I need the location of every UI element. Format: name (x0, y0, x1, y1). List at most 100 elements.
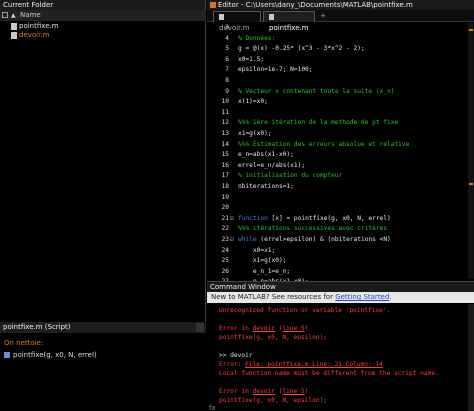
add-tab-button[interactable]: + (318, 11, 328, 22)
file-row-devoir[interactable]: devoir.m (0, 31, 206, 40)
command-scrollbar[interactable] (468, 304, 474, 411)
code-token: %%% Estimation des erreurs absolue et re… (238, 140, 410, 148)
code-token: % initialisation du compteur (238, 172, 343, 180)
output-text: Error: (219, 361, 246, 368)
code-text: errel=e_n/abs(x1); (238, 161, 305, 172)
code-line[interactable]: 7 epsilon=1e-7; N=100; (207, 65, 474, 76)
line-number: 9 (225, 87, 229, 95)
code-area[interactable]: 3 4 % Données: 5 g = @(x) -0.25* (x^3 - 3*x^… (207, 23, 474, 338)
output-text: pointfixe(g, x0, N, epsilon); (219, 397, 328, 404)
line-number: 20 (221, 204, 229, 212)
details-signature-row[interactable]: pointfixe(g, x0, N, erreI) (4, 351, 97, 359)
code-text: x1=g(x0); (238, 129, 272, 140)
line-number: 26 (221, 267, 229, 275)
output-text: >> devoir (219, 352, 253, 359)
line-number: 24 (221, 246, 229, 254)
warning-marker[interactable] (469, 183, 473, 185)
command-output-line: Local function name must be different fr… (219, 369, 439, 378)
code-token: [x] = pointfixe(g, (267, 214, 343, 222)
code-text: % Vecteur x contenant toute la suite (x_… (238, 87, 394, 98)
code-line[interactable]: 16 errel=e_n/abs(x1); (207, 161, 474, 172)
code-line[interactable]: 11 (207, 108, 474, 119)
code-line[interactable]: 9 % Vecteur x contenant toute la suite (x… (207, 87, 474, 98)
command-output[interactable]: fx Unrecognized function or variable 'po… (207, 304, 474, 411)
command-window: Command Window New to MATLAB? See resour… (207, 281, 474, 411)
details-title-text: pointfixe.m (Script) (3, 323, 71, 331)
fold-toggle-icon[interactable]: ⊟ (230, 214, 235, 225)
code-line[interactable]: 26 e_n_1=e_n; (207, 267, 474, 278)
error-link[interactable]: devoir (253, 325, 275, 332)
code-line[interactable]: 15 e_n=abs(x1-x0); (207, 150, 474, 161)
tab-devoir[interactable]: devoir.m (213, 11, 261, 32)
code-line[interactable]: 17 % initialisation du compteur (207, 171, 474, 182)
file-name[interactable]: pointfixe.m (19, 22, 59, 31)
line-number: 7 (225, 66, 229, 74)
file-name[interactable]: devoir.m (19, 31, 49, 40)
code-text: function [x] = pointfixe(g, x0, N, errel… (238, 214, 391, 225)
code-line[interactable]: 25 x1=g(x0); (207, 256, 474, 267)
line-number: 21 (221, 214, 229, 222)
details-signature: pointfixe(g, x0, N, erreI) (13, 351, 97, 359)
code-token: % Vecteur x contenant toute la suite (x_… (238, 87, 395, 95)
line-number: 15 (221, 151, 229, 159)
error-link[interactable]: File: pointfixe.m Line: 21 Column: 14 (245, 361, 383, 368)
info-suffix: . (389, 293, 392, 301)
code-text: %%% Estimation des erreurs absolue et re… (238, 140, 409, 151)
current-folder-header[interactable]: ▲ Name (0, 10, 206, 21)
code-token: x0=1.5; (238, 55, 265, 63)
code-token: function (238, 214, 268, 222)
fx-prompt-icon[interactable]: fx (209, 404, 216, 411)
code-token: errel=e_n/abs(x1); (238, 161, 306, 169)
code-text: %%% 1ère itération de la methode de pt f… (238, 118, 398, 129)
line-number: 22 (221, 225, 229, 233)
code-line[interactable]: 10 x(1)=x0; (207, 97, 474, 108)
code-line[interactable]: 12 %%% 1ère itération de la methode de pt… (207, 118, 474, 129)
line-number: 13 (221, 130, 229, 137)
code-line[interactable]: 24 x0=x1; (207, 246, 474, 257)
file-row-pointfixe[interactable]: pointfixe.m (0, 22, 206, 31)
code-line[interactable]: 23 ⊟ while (errel>epsilon) & (nbiterations… (207, 235, 474, 246)
select-all-checkbox[interactable] (2, 12, 8, 18)
error-link[interactable]: line 5 (282, 325, 304, 332)
fold-toggle-icon[interactable]: ⊟ (230, 235, 235, 246)
code-line[interactable]: 13 x1=g(x0); (207, 129, 474, 140)
code-token: nbiterations=1; (238, 183, 294, 190)
code-line[interactable]: 4 % Données: (207, 34, 474, 45)
sort-arrow-icon[interactable]: ▲ (11, 10, 16, 21)
code-line[interactable]: 5 g = @(x) -0.25* (x^3 - 3*x^2 - 2); (207, 44, 474, 55)
code-text: nbiterations=1; (238, 182, 294, 193)
details-collapse-icon[interactable] (196, 323, 204, 332)
warning-marker[interactable] (469, 29, 473, 31)
code-line[interactable]: 3 (207, 23, 474, 34)
command-output-line: Error: File: pointfixe.m Line: 21 Column… (219, 360, 383, 369)
details-comment: On nettoie: (4, 339, 44, 347)
code-line[interactable]: 21 ⊟ function [x] = pointfixe(g, x0, N, er… (207, 214, 474, 225)
tab-pointfixe[interactable]: pointfixe.m (263, 11, 315, 32)
code-token: x1=g(x0); (238, 130, 272, 137)
code-line[interactable]: 8 (207, 76, 474, 87)
code-text: % Données: (238, 34, 275, 45)
code-token: e_n=abs(x1-x0); (238, 151, 294, 159)
line-number: 23 (221, 236, 229, 243)
code-line[interactable]: 6 x0=1.5; (207, 55, 474, 66)
command-output-line: >> devoir (219, 351, 253, 360)
getting-started-link[interactable]: Getting Started (335, 293, 389, 301)
code-text: while (errel>epsilon) & (nbiterations <N… (238, 235, 391, 246)
line-number: 5 (225, 45, 229, 53)
line-number: 6 (225, 55, 229, 63)
code-token: (errel>epsilon) (256, 236, 320, 243)
details-panel-title[interactable]: pointfixe.m (Script) (0, 322, 206, 333)
name-column-header[interactable]: Name (20, 10, 41, 21)
code-line[interactable]: 14 %%% Estimation des erreurs absolue et … (207, 140, 474, 151)
error-link[interactable]: devoir (253, 388, 275, 395)
code-line[interactable]: 18 nbiterations=1; (207, 182, 474, 193)
code-line[interactable]: 20 (207, 203, 474, 214)
code-line[interactable]: 22 %%% itérations successives avec critèr… (207, 224, 474, 235)
line-number: 12 (221, 119, 229, 127)
code-line[interactable]: 19 (207, 193, 474, 204)
current-folder-title: Current Folder (0, 0, 205, 10)
editor-scrollbar[interactable] (468, 23, 474, 279)
editor-tab-bar: devoir.m pointfixe.m + (207, 10, 474, 32)
error-link[interactable]: line 5 (282, 388, 304, 395)
code-text: epsilon=1e-7; N=100; (238, 65, 313, 76)
